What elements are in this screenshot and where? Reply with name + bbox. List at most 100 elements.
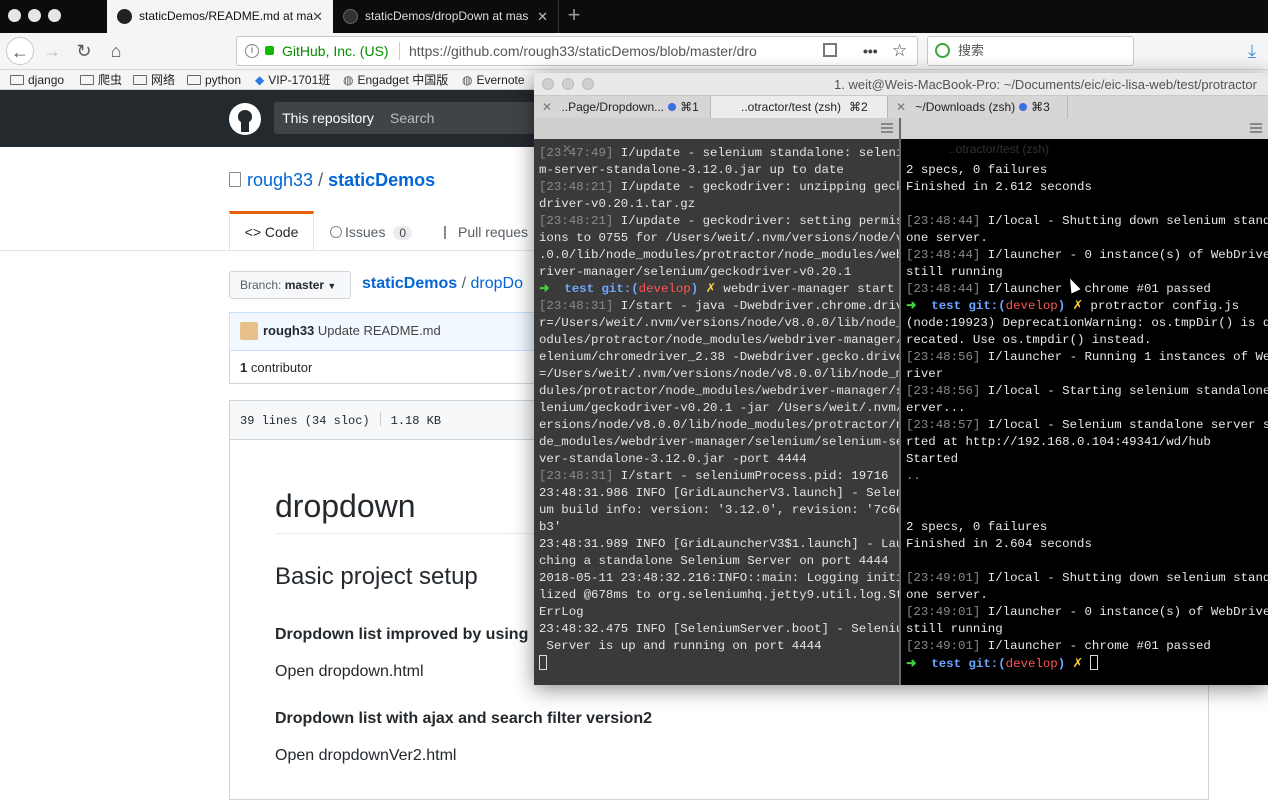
- log-text: b3': [539, 520, 562, 534]
- log-text: I/update - geckodriver: unzipping gecko: [613, 180, 899, 194]
- search-field[interactable]: 搜索: [927, 36, 1134, 66]
- new-tab-button[interactable]: +: [564, 0, 584, 33]
- terminal-line: ersions/node/v8.0.0/lib/node_modules/pro…: [539, 417, 899, 434]
- qr-code-icon[interactable]: [823, 43, 837, 57]
- avatar[interactable]: [240, 322, 258, 340]
- maximize-window-button[interactable]: [48, 9, 61, 22]
- tab-pull-requests[interactable]: Pull reques: [444, 224, 528, 240]
- minimize-window-button[interactable]: [28, 9, 41, 22]
- site-identity[interactable]: GitHub, Inc. (US): [282, 37, 389, 65]
- prompt-git: git:(: [968, 657, 1006, 671]
- pane-menu-icon[interactable]: [881, 123, 893, 133]
- terminal-line: (node:19923) DeprecationWarning: os.tmpD…: [906, 315, 1268, 332]
- log-text: m-server-standalone-3.12.0.jar up to dat…: [539, 163, 844, 177]
- pane-menu-icon[interactable]: [1250, 123, 1262, 133]
- octocat-body: [241, 122, 249, 132]
- tab-issues[interactable]: Issues 0: [330, 224, 413, 240]
- log-text: elenium/chromedriver_2.38 -Dwebdriver.ge…: [539, 350, 899, 364]
- log-timestamp: [23:49:01]: [906, 639, 981, 653]
- repo-owner-link[interactable]: rough33: [247, 170, 313, 190]
- branch-select-button[interactable]: Branch: master ▼: [229, 271, 351, 299]
- prompt-command: webdriver-manager start: [715, 282, 895, 296]
- bookmark-django[interactable]: django: [10, 72, 64, 88]
- terminal-pane-right[interactable]: ..otractor/test (zsh) 2 specs, 0 failure…: [901, 118, 1268, 685]
- close-tab-icon[interactable]: ✕: [896, 100, 906, 114]
- terminal-minimize-button[interactable]: [562, 78, 574, 90]
- log-text: recated. Use os.tmpdir() instead.: [906, 333, 1152, 347]
- terminal-tab-1[interactable]: ✕ ..Page/Dropdown... ⌘1: [534, 96, 711, 118]
- browser-tab-readme[interactable]: staticDemos/README.md at ma ✕: [107, 0, 333, 33]
- terminal-zoom-button[interactable]: [582, 78, 594, 90]
- text-cursor: [539, 655, 547, 670]
- file-lines: 39 lines (34 sloc): [240, 414, 370, 428]
- bookmark-network[interactable]: 网络: [133, 72, 175, 88]
- bookmark-python[interactable]: python: [187, 72, 241, 88]
- log-text: I/local - Shutting down selenium standal: [980, 214, 1268, 228]
- log-text: I/launcher - chrome #01 passed: [980, 639, 1211, 653]
- terminal-pane-left[interactable]: ✕ webdriver-manager (java) [23:47:49] I/…: [534, 118, 899, 685]
- path-dir-link[interactable]: dropDo: [471, 275, 523, 292]
- url-text[interactable]: https://github.com/rough33/staticDemos/b…: [409, 37, 757, 65]
- terminal-line: [23:48:56] I/launcher - Running 1 instan…: [906, 349, 1268, 366]
- breadcrumb-separator: /: [318, 170, 324, 190]
- commit-author-link[interactable]: rough33: [263, 323, 314, 338]
- terminal-tab-3[interactable]: ✕ ~/Downloads (zsh) ⌘3: [888, 96, 1068, 118]
- terminal-line: odules/protractor/node_modules/webdriver…: [539, 332, 899, 349]
- info-icon[interactable]: i: [245, 44, 259, 58]
- github-logo-icon[interactable]: [229, 103, 261, 135]
- home-icon[interactable]: ⌂: [102, 37, 130, 65]
- log-text: odules/protractor/node_modules/webdriver…: [539, 333, 899, 347]
- contributors-line[interactable]: 1 contributor: [240, 360, 312, 375]
- url-bar[interactable]: i GitHub, Inc. (US) https://github.com/r…: [236, 36, 918, 66]
- forward-arrow-icon[interactable]: →: [38, 37, 66, 65]
- prompt-arrow-icon: ➜: [906, 299, 932, 313]
- terminal-line: [23:49:01] I/launcher - 0 instance(s) of…: [906, 604, 1268, 621]
- terminal-line: river-manager/selenium/geckodriver-v0.20…: [539, 264, 899, 281]
- terminal-tab-2[interactable]: ..otractor/test (zsh) ⌘2: [711, 96, 888, 118]
- terminal-titlebar[interactable]: 1. weit@Weis-MacBook-Pro: ~/Documents/ei…: [534, 73, 1268, 96]
- terminal-line: Finished in 2.604 seconds: [906, 536, 1268, 553]
- close-tab-icon[interactable]: ✕: [537, 0, 548, 33]
- this-repository-scope[interactable]: This repository: [274, 102, 382, 134]
- bookmark-engadget[interactable]: ◍ Engadget 中国版: [343, 72, 448, 88]
- github-search-input[interactable]: Search: [382, 102, 542, 134]
- url-divider: [399, 42, 400, 60]
- terminal-window[interactable]: 1. weit@Weis-MacBook-Pro: ~/Documents/ei…: [534, 73, 1268, 685]
- terminal-line: dules/protractor/node_modules/webdriver-…: [539, 383, 899, 400]
- prompt-git: git:(: [601, 282, 639, 296]
- tab-code[interactable]: <> Code: [229, 211, 314, 250]
- close-tab-icon[interactable]: ✕: [312, 0, 323, 33]
- close-window-button[interactable]: [8, 9, 21, 22]
- browser-tab-dropdown[interactable]: staticDemos/dropDown at mas ✕: [333, 0, 559, 33]
- back-arrow-icon[interactable]: ←: [6, 37, 34, 65]
- bookmark-crawler[interactable]: 爬虫: [80, 72, 122, 88]
- commit-message-link[interactable]: Update README.md: [318, 323, 441, 338]
- folder-icon: [80, 75, 94, 85]
- more-actions-icon[interactable]: •••: [863, 37, 878, 65]
- search-placeholder: 搜索: [958, 43, 985, 58]
- bookmark-evernote[interactable]: ◍ Evernote: [462, 72, 525, 88]
- terminal-line: m-server-standalone-3.12.0.jar up to dat…: [539, 162, 899, 179]
- repo-name-link[interactable]: staticDemos: [328, 170, 435, 190]
- terminal-line: ver-standalone-3.12.0.jar -port 4444: [539, 451, 899, 468]
- prompt-git-close: ): [1057, 657, 1073, 671]
- terminal-output: [23:47:49] I/update - selenium standalon…: [534, 139, 899, 672]
- code-icon: <>: [244, 224, 261, 240]
- terminal-line: 2 specs, 0 failures: [906, 162, 1268, 179]
- close-tab-icon[interactable]: ✕: [542, 100, 552, 114]
- terminal-output: 2 specs, 0 failures Finished in 2.612 sec…: [901, 139, 1268, 672]
- bookmark-star-icon[interactable]: ☆: [892, 37, 907, 65]
- terminal-title: 1. weit@Weis-MacBook-Pro: ~/Documents/ei…: [834, 77, 1257, 92]
- reload-icon[interactable]: ↻: [70, 37, 98, 65]
- download-icon[interactable]: ⤓: [1238, 37, 1266, 65]
- bookmark-vip[interactable]: ◆ VIP-1701班: [255, 72, 330, 88]
- terminal-line: [23:48:21] I/update - geckodriver: setti…: [539, 213, 899, 230]
- log-timestamp: [23:47:49]: [539, 146, 614, 160]
- terminal-close-button[interactable]: [542, 78, 554, 90]
- log-text: 2018-05-11 23:48:32.216:INFO::main: Logg…: [539, 571, 899, 585]
- log-timestamp: [23:48:21]: [539, 214, 614, 228]
- log-timestamp: [23:48:31]: [539, 299, 614, 313]
- issues-count-badge: 0: [393, 226, 413, 240]
- path-repo-link[interactable]: staticDemos: [362, 275, 457, 292]
- log-timestamp: [23:48:57]: [906, 418, 981, 432]
